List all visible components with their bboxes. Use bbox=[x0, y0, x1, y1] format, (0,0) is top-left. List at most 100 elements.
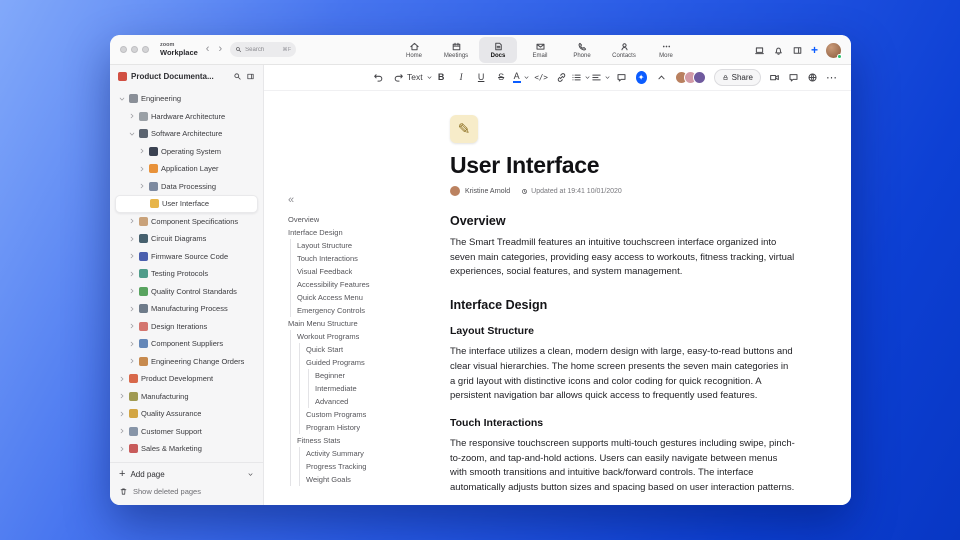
start-video-icon[interactable] bbox=[769, 72, 780, 83]
chevron-right-icon[interactable] bbox=[128, 217, 136, 225]
panel-toggle-icon[interactable] bbox=[792, 45, 803, 56]
chevron-right-icon[interactable] bbox=[138, 165, 146, 173]
sidebar-page-firmware-source-code[interactable]: Firmware Source Code bbox=[115, 248, 258, 266]
share-button[interactable]: Share bbox=[713, 69, 761, 86]
sidebar-page-component-specifications[interactable]: Component Specifications bbox=[115, 213, 258, 231]
sidebar-page-component-suppliers[interactable]: Component Suppliers bbox=[115, 335, 258, 353]
outline-item-quick-start[interactable]: Quick Start bbox=[288, 343, 446, 356]
chevron-right-icon[interactable] bbox=[118, 375, 126, 383]
paragraph-the-smart-treadmill-feat[interactable]: The Smart Treadmill features an intuitiv… bbox=[450, 236, 796, 280]
collapse-outline-button[interactable]: « bbox=[288, 195, 446, 206]
chevron-right-icon[interactable] bbox=[118, 445, 126, 453]
underline-button[interactable]: U bbox=[475, 69, 488, 87]
sidebar-page-hardware-architecture[interactable]: Hardware Architecture bbox=[115, 108, 258, 126]
outline-item-program-history[interactable]: Program History bbox=[288, 421, 446, 434]
chevron-right-icon[interactable] bbox=[128, 305, 136, 313]
sidebar-page-engineering-change-orders[interactable]: Engineering Change Orders bbox=[115, 353, 258, 371]
outline-item-main-menu-structure[interactable]: Main Menu Structure bbox=[288, 317, 446, 330]
sidebar-page-design-iterations[interactable]: Design Iterations bbox=[115, 318, 258, 336]
chevron-down-icon[interactable] bbox=[118, 95, 126, 103]
collapse-toolbar-button[interactable] bbox=[655, 69, 668, 87]
chevron-right-icon[interactable] bbox=[118, 427, 126, 435]
bold-button[interactable]: B bbox=[435, 69, 448, 87]
text-color-button[interactable]: A bbox=[512, 69, 529, 87]
text-style-button[interactable]: Text bbox=[407, 69, 432, 87]
outline-item-intermediate[interactable]: Intermediate bbox=[288, 382, 446, 395]
sidebar-page-data-processing[interactable]: Data Processing bbox=[115, 178, 258, 196]
workspace-header[interactable]: Product Documenta... bbox=[110, 65, 263, 87]
sidebar-page-operating-system[interactable]: Operating System bbox=[115, 143, 258, 161]
chevron-right-icon[interactable] bbox=[138, 147, 146, 155]
close-window-button[interactable] bbox=[120, 46, 127, 53]
collapse-sidebar-chevron-icon[interactable] bbox=[247, 471, 254, 478]
chevron-right-icon[interactable] bbox=[128, 112, 136, 120]
back-button[interactable]: ‹ bbox=[205, 44, 211, 55]
chevron-right-icon[interactable] bbox=[118, 410, 126, 418]
outline-item-overview[interactable]: Overview bbox=[288, 213, 446, 226]
more-options-button[interactable]: ⋯ bbox=[826, 71, 838, 84]
outline-item-advanced[interactable]: Advanced bbox=[288, 395, 446, 408]
show-deleted-pages-button[interactable]: Show deleted pages bbox=[119, 483, 254, 500]
sidebar-page-application-layer[interactable]: Application Layer bbox=[115, 160, 258, 178]
outline-item-weight-goals[interactable]: Weight Goals bbox=[288, 473, 446, 486]
new-item-plus-button[interactable]: + bbox=[811, 44, 818, 56]
heading-interface-design[interactable]: Interface Design bbox=[450, 298, 796, 312]
chevron-right-icon[interactable] bbox=[128, 287, 136, 295]
tab-email[interactable]: Email bbox=[521, 37, 559, 63]
sidebar-search-icon[interactable] bbox=[233, 72, 242, 81]
page-title[interactable]: User Interface bbox=[450, 152, 796, 179]
sidebar-page-quality-control-standards[interactable]: Quality Control Standards bbox=[115, 283, 258, 301]
sidebar-page-user-interface[interactable]: User Interface bbox=[115, 195, 258, 213]
sidebar-page-customer-support[interactable]: Customer Support bbox=[115, 423, 258, 441]
outline-item-emergency-controls[interactable]: Emergency Controls bbox=[288, 304, 446, 317]
chevron-right-icon[interactable] bbox=[118, 392, 126, 400]
strikethrough-button[interactable]: S bbox=[495, 69, 508, 87]
outline-item-fitness-stats[interactable]: Fitness Stats bbox=[288, 434, 446, 447]
tab-phone[interactable]: Phone bbox=[563, 37, 601, 63]
heading-overview[interactable]: Overview bbox=[450, 214, 796, 228]
sidebar-page-manufacturing[interactable]: Manufacturing bbox=[115, 388, 258, 406]
ai-companion-button[interactable]: ✦ bbox=[635, 69, 648, 87]
sidebar-page-sales-marketing[interactable]: Sales & Marketing bbox=[115, 440, 258, 458]
outline-item-interface-design[interactable]: Interface Design bbox=[288, 226, 446, 239]
outline-item-custom-programs[interactable]: Custom Programs bbox=[288, 408, 446, 421]
sidebar-page-testing-protocols[interactable]: Testing Protocols bbox=[115, 265, 258, 283]
tab-meetings[interactable]: Meetings bbox=[437, 37, 475, 63]
paragraph-the-interface-utilizes-a[interactable]: The interface utilizes a clean, modern d… bbox=[450, 345, 796, 404]
outline-item-layout-structure[interactable]: Layout Structure bbox=[288, 239, 446, 252]
sidebar-page-product-development[interactable]: Product Development bbox=[115, 370, 258, 388]
sidebar-page-circuit-diagrams[interactable]: Circuit Diagrams bbox=[115, 230, 258, 248]
tab-docs[interactable]: Docs bbox=[479, 37, 517, 63]
outline-item-beginner[interactable]: Beginner bbox=[288, 369, 446, 382]
tab-more[interactable]: More bbox=[647, 37, 685, 63]
outline-item-visual-feedback[interactable]: Visual Feedback bbox=[288, 265, 446, 278]
outline-item-activity-summary[interactable]: Activity Summary bbox=[288, 447, 446, 460]
alignment-button[interactable] bbox=[592, 69, 610, 87]
comment-button[interactable] bbox=[615, 69, 628, 87]
comments-icon[interactable] bbox=[788, 72, 799, 83]
outline-item-workout-programs[interactable]: Workout Programs bbox=[288, 330, 446, 343]
chevron-right-icon[interactable] bbox=[128, 270, 136, 278]
italic-button[interactable]: I bbox=[455, 69, 468, 87]
sidebar-panel-icon[interactable] bbox=[246, 72, 255, 81]
code-button[interactable]: </> bbox=[534, 69, 548, 87]
maximize-window-button[interactable] bbox=[142, 46, 149, 53]
outline-item-progress-tracking[interactable]: Progress Tracking bbox=[288, 460, 446, 473]
forward-button[interactable]: › bbox=[217, 44, 223, 55]
outline-item-touch-interactions[interactable]: Touch Interactions bbox=[288, 252, 446, 265]
paragraph-the-responsive-touchscre[interactable]: The responsive touchscreen supports mult… bbox=[450, 437, 796, 496]
collaborator-avatar[interactable] bbox=[692, 71, 706, 84]
chevron-right-icon[interactable] bbox=[128, 252, 136, 260]
sidebar-page-manufacturing-process[interactable]: Manufacturing Process bbox=[115, 300, 258, 318]
sidebar-page-quality-assurance[interactable]: Quality Assurance bbox=[115, 405, 258, 423]
chevron-right-icon[interactable] bbox=[128, 340, 136, 348]
chevron-right-icon[interactable] bbox=[128, 322, 136, 330]
outline-item-quick-access-menu[interactable]: Quick Access Menu bbox=[288, 291, 446, 304]
chevron-right-icon[interactable] bbox=[128, 357, 136, 365]
outline-item-accessibility-features[interactable]: Accessibility Features bbox=[288, 278, 446, 291]
redo-button[interactable] bbox=[392, 69, 405, 87]
sidebar-page-engineering[interactable]: Engineering bbox=[115, 90, 258, 108]
global-search-input[interactable]: Search ⌘F bbox=[230, 42, 297, 57]
link-button[interactable] bbox=[555, 69, 568, 87]
chevron-down-icon[interactable] bbox=[128, 130, 136, 138]
